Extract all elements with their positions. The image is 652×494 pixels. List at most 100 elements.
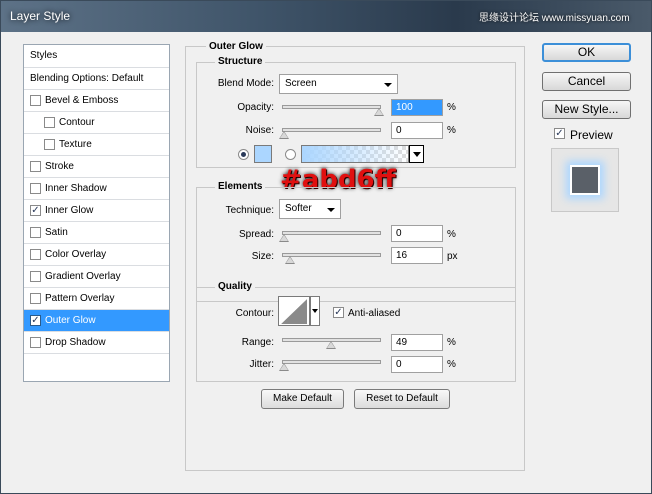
sidebar-item-label: Bevel & Emboss (45, 95, 119, 106)
dialog-content: Styles Blending Options: Default Bevel &… (1, 32, 651, 493)
style-preview (551, 148, 619, 212)
sidebar-item-label: Pattern Overlay (45, 293, 115, 304)
checkbox[interactable] (30, 95, 41, 106)
chevron-down-icon (312, 309, 318, 313)
glow-color-swatch[interactable] (254, 145, 272, 163)
size-slider-thumb[interactable] (284, 256, 295, 264)
layer-style-dialog: Layer Style 思缘设计论坛 www.missyuan.com Styl… (0, 0, 652, 494)
gradient-picker-button[interactable] (409, 145, 424, 163)
sidebar-item-outer-glow[interactable]: ✓ Outer Glow (24, 310, 169, 332)
sidebar-item-contour[interactable]: Contour (24, 112, 169, 134)
quality-legend: Quality (215, 281, 255, 292)
sidebar-item-inner-glow[interactable]: ✓ Inner Glow (24, 200, 169, 222)
checkbox[interactable] (30, 337, 41, 348)
styles-header-label: Styles (30, 50, 58, 61)
range-unit: % (447, 337, 456, 348)
sidebar-item-texture[interactable]: Texture (24, 134, 169, 156)
size-unit: px (447, 251, 458, 262)
spread-input[interactable]: 0 (391, 225, 443, 242)
sidebar-item-bevel-emboss[interactable]: Bevel & Emboss (24, 90, 169, 112)
noise-slider-thumb[interactable] (279, 131, 289, 139)
chevron-down-icon (384, 83, 392, 87)
anti-aliased-checkbox[interactable]: ✓ (333, 307, 344, 318)
styles-list: Styles Blending Options: Default Bevel &… (23, 44, 170, 382)
checkbox[interactable] (30, 249, 41, 260)
blending-options-item[interactable]: Blending Options: Default (24, 68, 169, 90)
opacity-input[interactable]: 100 (391, 99, 443, 116)
checkmark-icon: ✓ (334, 307, 343, 318)
title-bar: Layer Style 思缘设计论坛 www.missyuan.com (1, 1, 651, 32)
window-title: Layer Style (10, 9, 71, 23)
sidebar-item-label: Satin (45, 227, 68, 238)
checkbox[interactable] (30, 183, 41, 194)
noise-unit: % (447, 125, 456, 136)
jitter-slider-thumb[interactable] (279, 363, 289, 371)
range-label: Range: (241, 337, 274, 348)
sidebar-item-label: Texture (59, 139, 92, 150)
spread-slider-track[interactable] (282, 231, 381, 235)
technique-select[interactable]: Softer (279, 199, 341, 219)
sidebar-item-label: Contour (59, 117, 95, 128)
spread-slider-thumb[interactable] (279, 234, 289, 242)
technique-value: Softer (285, 203, 312, 214)
sidebar-item-label: Color Overlay (45, 249, 107, 260)
opacity-slider-thumb[interactable] (374, 108, 384, 116)
blend-mode-select[interactable]: Screen (279, 74, 398, 94)
reset-to-default-button[interactable]: Reset to Default (354, 389, 450, 409)
checkbox[interactable] (30, 227, 41, 238)
noise-label: Noise: (245, 125, 274, 136)
blend-mode-value: Screen (285, 78, 317, 89)
gradient-swatch[interactable] (301, 145, 409, 163)
sidebar-item-stroke[interactable]: Stroke (24, 156, 169, 178)
technique-label: Technique: (225, 205, 274, 216)
ok-button[interactable]: OK (542, 43, 631, 62)
sidebar-item-drop-shadow[interactable]: Drop Shadow (24, 332, 169, 354)
sidebar-item-label: Gradient Overlay (45, 271, 121, 282)
contour-curve-icon (281, 299, 307, 324)
contour-label: Contour: (235, 308, 274, 319)
checkbox[interactable] (44, 139, 55, 150)
panel-title: Outer Glow (206, 41, 266, 52)
make-default-button[interactable]: Make Default (261, 389, 344, 409)
preview-swatch (570, 165, 600, 195)
solid-color-radio[interactable] (238, 149, 249, 160)
size-label: Size: (251, 251, 274, 262)
sidebar-item-label: Inner Shadow (45, 183, 107, 194)
opacity-unit: % (447, 102, 456, 113)
gradient-radio[interactable] (285, 149, 296, 160)
anti-aliased-label: Anti-aliased (348, 308, 401, 319)
new-style-button[interactable]: New Style... (542, 100, 631, 119)
checkbox[interactable] (30, 293, 41, 304)
contour-preview[interactable] (278, 296, 310, 326)
structure-legend: Structure (215, 56, 266, 67)
sidebar-item-pattern-overlay[interactable]: Pattern Overlay (24, 288, 169, 310)
sidebar-item-color-overlay[interactable]: Color Overlay (24, 244, 169, 266)
range-input[interactable]: 49 (391, 334, 443, 351)
sidebar-item-satin[interactable]: Satin (24, 222, 169, 244)
spread-label: Spread: (238, 229, 274, 240)
checkbox[interactable] (44, 117, 55, 128)
range-slider-thumb[interactable] (325, 341, 336, 349)
cancel-button[interactable]: Cancel (542, 72, 631, 91)
contour-picker-button[interactable] (310, 296, 320, 326)
blend-mode-label: Blend Mode: (217, 78, 274, 89)
checkbox[interactable]: ✓ (30, 315, 41, 326)
sidebar-item-label: Inner Glow (45, 205, 94, 216)
noise-input[interactable]: 0 (391, 122, 443, 139)
jitter-input[interactable]: 0 (391, 356, 443, 373)
checkbox[interactable] (30, 271, 41, 282)
size-input[interactable]: 16 (391, 247, 443, 264)
sidebar-item-inner-shadow[interactable]: Inner Shadow (24, 178, 169, 200)
size-slider-track[interactable] (282, 253, 381, 257)
checkbox[interactable] (30, 161, 41, 172)
sidebar-item-label: Stroke (45, 161, 74, 172)
sidebar-item-label: Outer Glow (45, 315, 96, 326)
opacity-slider-track[interactable] (282, 105, 381, 109)
preview-label: Preview (570, 128, 613, 142)
preview-checkbox[interactable]: ✓ (554, 128, 565, 139)
styles-header[interactable]: Styles (24, 45, 169, 68)
checkbox[interactable]: ✓ (30, 205, 41, 216)
noise-slider-track[interactable] (282, 128, 381, 132)
jitter-slider-track[interactable] (282, 360, 381, 364)
sidebar-item-gradient-overlay[interactable]: Gradient Overlay (24, 266, 169, 288)
